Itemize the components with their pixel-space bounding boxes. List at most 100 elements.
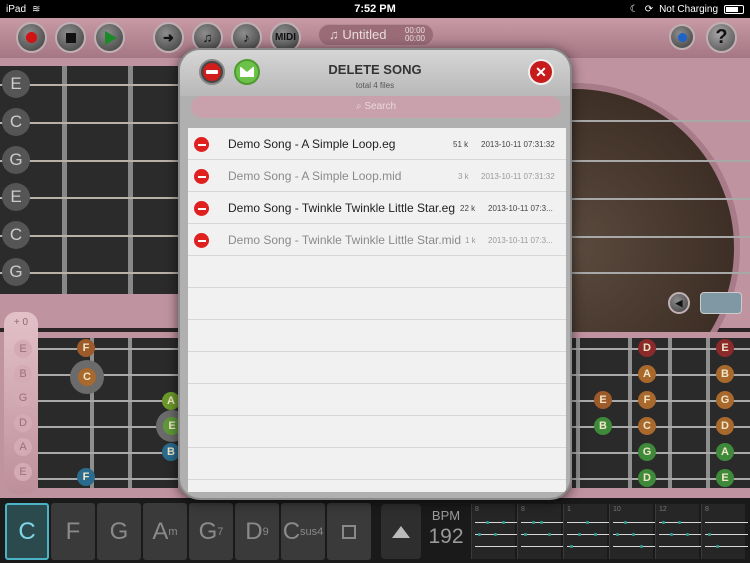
chord-suffix: 9 xyxy=(262,525,269,538)
stop-icon xyxy=(65,32,76,43)
guitar-string xyxy=(38,348,178,350)
play-icon xyxy=(105,30,117,45)
bpm-label: BPM xyxy=(431,508,461,523)
capo-tab[interactable]: + 0 E B G D A E xyxy=(4,312,38,494)
file-name: Demo Song - Twinkle Twinkle Little Star.… xyxy=(228,201,456,215)
fret-note[interactable]: D xyxy=(716,417,734,435)
play-button[interactable] xyxy=(94,22,125,53)
file-name: Demo Song - A Simple Loop.mid xyxy=(228,169,402,183)
chord-button[interactable]: C xyxy=(5,503,49,560)
scroll-up-button[interactable] xyxy=(381,504,421,559)
fretboard-right[interactable] xyxy=(572,338,750,488)
fret-note[interactable]: F xyxy=(77,468,95,486)
fret-note[interactable]: F xyxy=(638,391,656,409)
rhythm-pattern[interactable]: 8 xyxy=(471,504,518,559)
fret-note[interactable]: G xyxy=(638,443,656,461)
rhythm-pattern[interactable]: 8 xyxy=(701,504,748,559)
pattern-dot xyxy=(478,533,481,536)
fret-note: C xyxy=(78,368,96,386)
fret-note[interactable]: C xyxy=(638,417,656,435)
delete-song-dialog: DELETE SONG total 4 files ✕ ⌕ Search Dem… xyxy=(178,48,572,500)
fret-note[interactable]: D xyxy=(638,339,656,357)
chord-button[interactable]: G xyxy=(97,503,141,560)
pattern-line xyxy=(475,522,518,523)
pattern-dot xyxy=(540,521,543,524)
fret-note[interactable]: D xyxy=(638,469,656,487)
chord-button[interactable]: Csus4 xyxy=(281,503,325,560)
pattern-dot xyxy=(586,521,589,524)
blue-dot-icon xyxy=(677,32,687,42)
clock: 7:52 PM xyxy=(354,3,396,15)
chord-button[interactable]: G7 xyxy=(189,503,233,560)
battery-icon xyxy=(724,4,744,14)
pattern-line xyxy=(567,546,610,547)
list-item[interactable]: Demo Song - A Simple Loop.mid 3 k 2013-1… xyxy=(188,160,566,192)
chord-root: G xyxy=(198,517,218,545)
list-item[interactable]: Demo Song - A Simple Loop.eg 51 k 2013-1… xyxy=(188,128,566,160)
rhythm-pattern[interactable]: 10 xyxy=(609,504,656,559)
pattern-dot xyxy=(570,545,573,548)
fret-note[interactable]: E xyxy=(716,469,734,487)
fret-note[interactable]: E xyxy=(594,391,612,409)
file-date: 2013-10-11 07:3... xyxy=(488,204,553,213)
fretboard-left[interactable] xyxy=(38,338,178,488)
guitar-string xyxy=(570,120,750,122)
guitar-string xyxy=(570,236,750,238)
device-name: iPad xyxy=(6,3,27,15)
pattern-line xyxy=(659,534,702,535)
guitar-string xyxy=(570,272,750,274)
open-string-note: D xyxy=(14,414,32,432)
pattern-dot xyxy=(578,533,581,536)
guitar-neck[interactable]: E C G E C G xyxy=(0,66,178,294)
status-bar: iPad ≋ 7:52 PM ☾ ⟳ Not Charging xyxy=(0,0,750,18)
help-button[interactable]: ? xyxy=(706,22,737,53)
music-note-icon: ♫ xyxy=(202,30,213,45)
pattern-dot xyxy=(532,521,535,524)
chord-empty-button[interactable] xyxy=(327,503,371,560)
pattern-dot xyxy=(616,533,619,536)
chord-root: C xyxy=(18,517,36,545)
chord-root: D xyxy=(245,517,263,545)
fret xyxy=(668,338,672,488)
fret-note-highlight[interactable]: C xyxy=(70,360,104,394)
fret-note[interactable]: B xyxy=(716,365,734,383)
fret-note[interactable]: A xyxy=(638,365,656,383)
fret-note[interactable]: E xyxy=(716,339,734,357)
tuner-button[interactable] xyxy=(700,292,742,314)
fret-note[interactable]: A xyxy=(716,443,734,461)
record-indicator-button[interactable] xyxy=(669,24,695,50)
search-input[interactable]: ⌕ Search xyxy=(191,96,561,118)
chord-root: F xyxy=(65,517,81,545)
close-button[interactable]: ✕ xyxy=(528,59,554,85)
stop-button[interactable] xyxy=(55,22,86,53)
chord-button[interactable]: D9 xyxy=(235,503,279,560)
list-item[interactable]: Demo Song - Twinkle Twinkle Little Star.… xyxy=(188,192,566,224)
rhythm-pattern[interactable]: 12 xyxy=(655,504,702,559)
record-button[interactable] xyxy=(16,22,47,53)
list-item[interactable]: Demo Song - Twinkle Twinkle Little Star.… xyxy=(188,224,566,256)
empty-row xyxy=(188,352,566,384)
open-string-note: G xyxy=(14,389,32,407)
song-title-box[interactable]: ♫ Untitled 00:00 00:00 xyxy=(318,24,434,46)
help-icon: ? xyxy=(715,26,728,48)
volume-button[interactable]: ◀ xyxy=(668,292,690,314)
chord-button[interactable]: F xyxy=(51,503,95,560)
pattern-dot xyxy=(494,533,497,536)
rhythm-pattern[interactable]: 8 xyxy=(517,504,564,559)
chord-button[interactable]: Am xyxy=(143,503,187,560)
delete-icon[interactable] xyxy=(194,169,209,184)
fret-note[interactable]: G xyxy=(716,391,734,409)
pattern-number: 8 xyxy=(521,506,525,513)
delete-icon[interactable] xyxy=(194,137,209,152)
delete-icon[interactable] xyxy=(194,233,209,248)
delete-icon[interactable] xyxy=(194,201,209,216)
fret xyxy=(576,338,580,488)
bpm-display[interactable]: BPM 192 xyxy=(424,504,468,559)
fret-note[interactable]: B xyxy=(594,417,612,435)
fret xyxy=(128,338,132,488)
rhythm-pattern[interactable]: 1 xyxy=(563,504,610,559)
forward-button[interactable]: ➜ xyxy=(153,22,184,53)
guitar-string xyxy=(38,452,178,454)
fret-note[interactable]: F xyxy=(77,339,95,357)
pattern-number: 8 xyxy=(705,506,709,513)
